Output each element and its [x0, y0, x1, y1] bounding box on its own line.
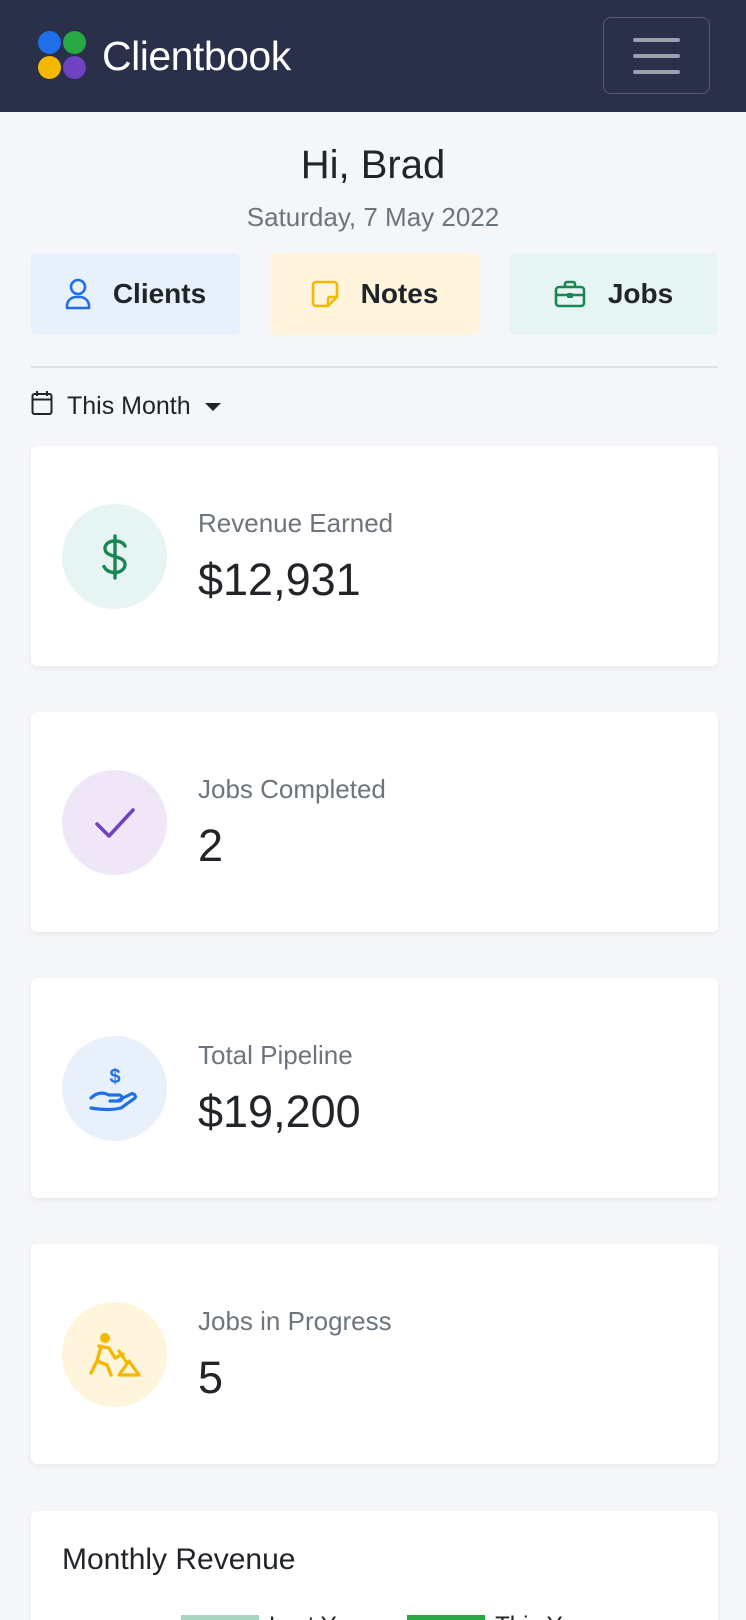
legend-label-last-year[interactable]: Last Year	[269, 1612, 369, 1620]
revenue-earned-card: Revenue Earned $12,931	[31, 446, 718, 666]
sticky-note-icon	[311, 280, 339, 308]
svg-text:$: $	[109, 1066, 120, 1088]
stat-label: Jobs in Progress	[198, 1306, 392, 1336]
calendar-icon	[31, 390, 53, 423]
logo-icon	[38, 31, 88, 81]
jobs-completed-card: Jobs Completed 2	[31, 712, 718, 932]
page-title: Hi, Brad	[300, 143, 446, 187]
legend-swatch-this-year	[407, 1615, 486, 1620]
clients-button[interactable]: Clients	[31, 253, 240, 335]
jobs-in-progress-card: Jobs in Progress 5	[31, 1244, 718, 1464]
stat-value: $19,200	[198, 1086, 361, 1137]
monthly-revenue-title: Monthly Revenue	[62, 1543, 296, 1576]
period-label: This Month	[67, 392, 191, 420]
navbar: Clientbook	[0, 0, 746, 112]
total-pipeline-card: $ Total Pipeline $19,200	[31, 978, 718, 1198]
stat-label: Revenue Earned	[198, 508, 394, 538]
stat-label: Total Pipeline	[198, 1040, 353, 1070]
worker-digging-icon	[62, 1302, 167, 1407]
jobs-label: Jobs	[607, 278, 674, 309]
briefcase-icon	[554, 280, 586, 308]
stat-value: 2	[198, 820, 224, 871]
brand[interactable]: Clientbook	[38, 31, 291, 81]
notes-button[interactable]: Notes	[270, 253, 479, 335]
jobs-button[interactable]: Jobs	[509, 253, 718, 335]
stat-value: 5	[198, 1352, 224, 1403]
stat-value: $12,931	[198, 554, 361, 605]
dollar-icon	[62, 504, 167, 609]
divider	[31, 366, 718, 368]
current-date: Saturday, 7 May 2022	[246, 202, 500, 232]
check-icon	[62, 770, 167, 875]
period-dropdown[interactable]: This Month	[31, 390, 221, 423]
stat-label: Jobs Completed	[198, 774, 386, 804]
chart-legend: Last Year This Year	[181, 1612, 595, 1620]
person-icon	[65, 278, 91, 310]
hand-dollar-icon: $	[62, 1036, 167, 1141]
clients-label: Clients	[112, 278, 207, 309]
menu-toggle-button[interactable]	[603, 17, 710, 94]
monthly-revenue-card: Monthly Revenue Last Year This Year	[31, 1511, 718, 1620]
chevron-down-icon	[204, 402, 221, 411]
hamburger-icon	[633, 37, 680, 42]
notes-label: Notes	[360, 278, 439, 309]
legend-swatch-last-year	[181, 1615, 259, 1620]
brand-name: Clientbook	[102, 32, 291, 79]
legend-label-this-year[interactable]: This Year	[495, 1612, 595, 1620]
